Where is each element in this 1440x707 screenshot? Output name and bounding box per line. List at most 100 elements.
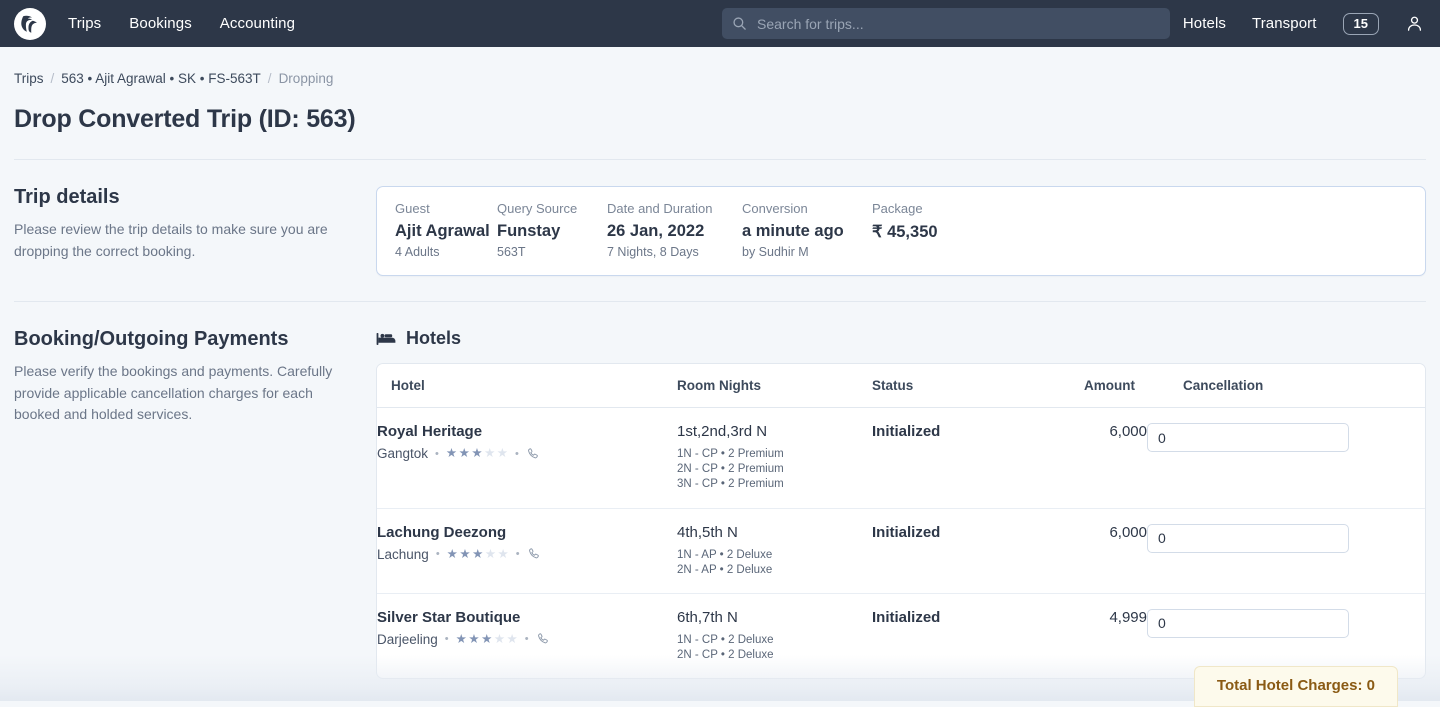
room-night-line: 2N - AP • 2 Deluxe [677, 563, 872, 578]
search-icon [732, 16, 747, 31]
funstay-logo[interactable] [14, 8, 46, 40]
column-header-cancellation: Cancellation [1147, 364, 1425, 408]
trip-details-heading: Trip details [14, 186, 352, 209]
cell-hotel: Royal Heritage Gangtok • ★ ★ ★ ★ [377, 408, 677, 509]
breadcrumb-item-trip[interactable]: 563 • Ajit Agrawal • SK • FS-563T [61, 71, 261, 86]
breadcrumb-separator: / [51, 71, 55, 86]
cell-hotel: Lachung Deezong Lachung • ★ ★ ★ ★ [377, 508, 677, 593]
table-header-row: Hotel Room Nights Status Amount Cancella… [377, 364, 1425, 408]
star-icon: ★ [468, 633, 479, 646]
column-header-hotel: Hotel [377, 364, 677, 408]
cancellation-charge-input[interactable] [1147, 609, 1349, 638]
nav-link-accounting[interactable]: Accounting [220, 15, 295, 32]
table-row: Lachung Deezong Lachung • ★ ★ ★ ★ [377, 508, 1425, 593]
hotel-city: Lachung [377, 547, 429, 562]
star-icon: ★ [471, 447, 482, 460]
hotels-table: Hotel Room Nights Status Amount Cancella… [377, 364, 1425, 678]
star-icon: ★ [481, 633, 492, 646]
star-icon: ★ [497, 447, 508, 460]
cell-cancellation [1147, 408, 1425, 509]
breadcrumb-item-dropping: Dropping [279, 71, 334, 86]
cell-status: Initialized [872, 593, 1047, 678]
top-navbar: Trips Bookings Accounting Hotels Transpo… [0, 0, 1440, 47]
hotel-name: Lachung Deezong [377, 524, 677, 541]
column-header-status: Status [872, 364, 1047, 408]
hotel-city: Gangtok [377, 446, 428, 461]
meta-dot: • [515, 448, 519, 460]
cell-amount: 6,000 [1047, 408, 1147, 509]
room-night-line: 3N - CP • 2 Premium [677, 477, 872, 492]
status-badge: Initialized [872, 609, 940, 626]
room-night-line: 1N - AP • 2 Deluxe [677, 548, 872, 563]
payments-description: Please verify the bookings and payments.… [14, 361, 352, 426]
meta-dot: • [435, 448, 439, 460]
star-icon: ★ [507, 633, 518, 646]
room-night-line: 2N - CP • 2 Deluxe [677, 648, 872, 663]
star-icon: ★ [447, 548, 458, 561]
cell-room-nights: 6th,7th N 1N - CP • 2 Deluxe 2N - CP • 2… [677, 593, 872, 678]
trip-field-value: a minute ago [742, 222, 872, 241]
trip-field-label: Query Source [497, 201, 607, 216]
payments-aside: Booking/Outgoing Payments Please verify … [14, 328, 376, 679]
meta-dot: • [516, 548, 520, 560]
hotel-star-rating: ★ ★ ★ ★ ★ [447, 548, 509, 561]
cell-amount: 6,000 [1047, 508, 1147, 593]
trip-field-package: Package ₹ 45,350 [872, 201, 938, 259]
cell-hotel: Silver Star Boutique Darjeeling • ★ ★ ★ … [377, 593, 677, 678]
meta-dot: • [525, 633, 529, 645]
phone-icon[interactable] [527, 547, 541, 561]
payments-heading: Booking/Outgoing Payments [14, 328, 352, 351]
notification-count-badge[interactable]: 15 [1343, 13, 1379, 35]
user-account-icon[interactable] [1405, 14, 1424, 33]
trip-field-sub: 4 Adults [395, 245, 497, 259]
star-icon: ★ [459, 548, 470, 561]
meta-dot: • [436, 548, 440, 560]
column-header-room-nights: Room Nights [677, 364, 872, 408]
breadcrumb-separator: / [268, 71, 272, 86]
cancellation-charge-input[interactable] [1147, 423, 1349, 452]
phone-icon[interactable] [526, 447, 540, 461]
hotel-star-rating: ★ ★ ★ ★ ★ [446, 447, 508, 460]
trip-details-description: Please review the trip details to make s… [14, 219, 352, 262]
primary-nav: Trips Bookings Accounting [68, 15, 295, 32]
nav-link-transport[interactable]: Transport [1252, 15, 1317, 32]
cell-amount: 4,999 [1047, 593, 1147, 678]
star-icon: ★ [446, 447, 457, 460]
status-badge: Initialized [872, 524, 940, 541]
payments-section: Booking/Outgoing Payments Please verify … [0, 302, 1440, 679]
breadcrumb-item-trips[interactable]: Trips [14, 71, 44, 86]
star-icon: ★ [472, 548, 483, 561]
hotel-name: Royal Heritage [377, 423, 677, 440]
page-content: Trips / 563 • Ajit Agrawal • SK • FS-563… [0, 47, 1440, 701]
cell-room-nights: 4th,5th N 1N - AP • 2 Deluxe 2N - AP • 2… [677, 508, 872, 593]
nav-link-bookings[interactable]: Bookings [129, 15, 192, 32]
cancellation-charge-input[interactable] [1147, 524, 1349, 553]
room-nights-label: 4th,5th N [677, 524, 872, 541]
hotel-meta: Lachung • ★ ★ ★ ★ ★ • [377, 547, 677, 562]
nav-link-trips[interactable]: Trips [68, 15, 101, 32]
trip-field-label: Guest [395, 201, 497, 216]
trip-field-guest: Guest Ajit Agrawal 4 Adults [395, 201, 497, 259]
nav-link-hotels[interactable]: Hotels [1183, 15, 1226, 32]
phone-icon[interactable] [536, 632, 550, 646]
search-input[interactable] [757, 16, 1160, 32]
trip-field-label: Package [872, 201, 938, 216]
trip-field-date-duration: Date and Duration 26 Jan, 2022 7 Nights,… [607, 201, 742, 259]
hotel-meta: Gangtok • ★ ★ ★ ★ ★ • [377, 446, 677, 461]
trip-details-card: Guest Ajit Agrawal 4 Adults Query Source… [376, 186, 1426, 276]
room-night-line: 2N - CP • 2 Premium [677, 462, 872, 477]
hotel-meta: Darjeeling • ★ ★ ★ ★ ★ • [377, 632, 677, 647]
hotel-name: Silver Star Boutique [377, 609, 677, 626]
trip-field-conversion: Conversion a minute ago by Sudhir M [742, 201, 872, 259]
trip-field-value: 26 Jan, 2022 [607, 222, 742, 241]
search-box[interactable] [722, 8, 1170, 39]
hotel-city: Darjeeling [377, 632, 438, 647]
room-nights-label: 1st,2nd,3rd N [677, 423, 872, 440]
trip-field-value: ₹ 45,350 [872, 222, 938, 242]
star-icon: ★ [485, 548, 496, 561]
star-icon: ★ [498, 548, 509, 561]
star-icon: ★ [484, 447, 495, 460]
status-badge: Initialized [872, 423, 940, 440]
hotels-block-header: Hotels [376, 328, 1426, 349]
trip-field-label: Date and Duration [607, 201, 742, 216]
